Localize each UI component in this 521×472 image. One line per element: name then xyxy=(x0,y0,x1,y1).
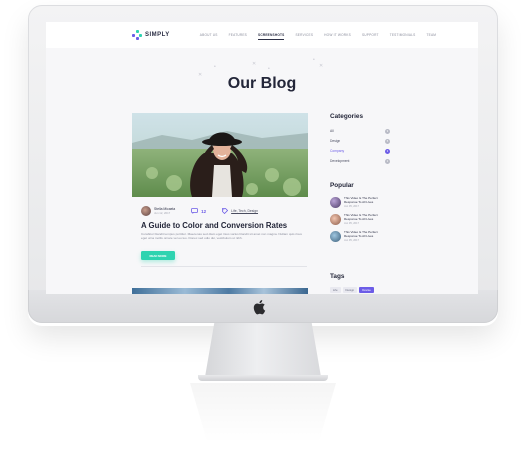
nav-link-team[interactable]: TEAM xyxy=(426,33,436,37)
author-info: Stella Micaela Jun 12, 2017 xyxy=(154,207,175,215)
tag-chip[interactable]: Design xyxy=(342,287,358,293)
category-label: All xyxy=(330,129,334,133)
comment-icon xyxy=(191,208,199,214)
popular-post-text: This Video Is The Perfect Response To Al… xyxy=(344,230,382,242)
category-item[interactable]: Development 2 xyxy=(330,156,390,166)
nav-link-features[interactable]: FEATURES xyxy=(229,33,247,37)
category-count-badge: 5 xyxy=(385,138,390,144)
decor-dot-icon: • xyxy=(268,66,270,72)
nav-link-screenshots[interactable]: SCREENSHOTS xyxy=(258,33,285,40)
author-avatar[interactable] xyxy=(141,206,151,216)
decor-dot-icon: • xyxy=(214,64,216,70)
nav-link-support[interactable]: SUPPORT xyxy=(362,33,379,37)
post-category-links[interactable]: Life, Tech, Design xyxy=(231,209,258,213)
popular-post-text: This Video Is The Perfect Response To Al… xyxy=(344,213,382,225)
category-count-badge: 9 xyxy=(385,128,390,134)
category-count-badge: 3 xyxy=(385,148,390,154)
nav-link-services[interactable]: SERVICES xyxy=(295,33,313,37)
top-navigation: SIMPLY ABOUT US FEATURES SCREENSHOTS SERVIC… xyxy=(46,22,478,48)
post-featured-image[interactable] xyxy=(132,113,308,197)
category-label: Design xyxy=(330,139,341,143)
apple-logo-icon xyxy=(253,300,266,315)
monitor-stand-foot xyxy=(198,375,328,381)
logo-mark-icon xyxy=(132,30,142,40)
popular-posts-list: This Video Is The Perfect Response To Al… xyxy=(330,196,400,248)
post-date: Jun 12, 2017 xyxy=(154,211,171,215)
post-excerpt: Curabitur blandit tempus porttitor. Maec… xyxy=(141,232,302,241)
categories-heading: Categories xyxy=(330,113,364,120)
popular-post-thumbnail xyxy=(330,197,341,208)
popular-post-text: This Video Is The Perfect Response To Al… xyxy=(344,196,382,208)
page-title: Our Blog xyxy=(227,75,297,92)
popular-post-item[interactable]: This Video Is The Perfect Response To Al… xyxy=(330,196,400,214)
decor-cross-icon: ✕ xyxy=(252,61,257,67)
imac-mockup: SIMPLY ABOUT US FEATURES SCREENSHOTS SERVIC… xyxy=(0,0,521,472)
popular-post-thumbnail xyxy=(330,231,341,242)
screen: SIMPLY ABOUT US FEATURES SCREENSHOTS SERVIC… xyxy=(46,22,478,294)
logo-text: SIMPLY xyxy=(145,32,170,38)
decor-dot-icon: • xyxy=(313,57,315,63)
post-title[interactable]: A Guide to Color and Conversion Rates xyxy=(141,221,311,230)
popular-post-item[interactable]: This Video Is The Perfect Response To Al… xyxy=(330,230,400,248)
categories-list: All 9 Design 5 Company 3 Development 2 xyxy=(330,126,390,166)
category-count-badge: 2 xyxy=(385,158,390,164)
tag-chip[interactable]: Life xyxy=(330,287,341,293)
category-label: Company xyxy=(330,149,345,153)
popular-post-title: This Video Is The Perfect Response To Al… xyxy=(344,213,378,221)
read-more-button[interactable]: READ MORE xyxy=(141,251,175,260)
tag-chip[interactable]: Devise xyxy=(359,287,374,293)
nav-link-how-it-works[interactable]: HOW IT WORKS xyxy=(324,33,351,37)
popular-post-date: Jun 05, 2017 xyxy=(344,204,359,208)
category-item[interactable]: Company 3 xyxy=(330,146,390,156)
post-meta: Stella Micaela Jun 12, 2017 12 Life, Tec… xyxy=(141,205,307,217)
tags-heading: Tags xyxy=(330,273,345,280)
next-post-image[interactable] xyxy=(132,288,308,294)
popular-post-date: Jun 05, 2017 xyxy=(344,221,359,225)
category-label: Development xyxy=(330,159,350,163)
popular-heading: Popular xyxy=(330,182,354,189)
category-item[interactable]: Design 5 xyxy=(330,136,390,146)
tag-icon xyxy=(222,208,229,214)
stand-reflection xyxy=(190,383,336,443)
popular-post-date: Jun 05, 2017 xyxy=(344,238,359,242)
nav-link-testimonials[interactable]: TESTIMONIALS xyxy=(390,33,416,37)
decor-cross-icon: ✕ xyxy=(319,63,324,69)
category-item[interactable]: All 9 xyxy=(330,126,390,136)
comments-link[interactable]: 12 xyxy=(191,208,206,214)
popular-post-title: This Video Is The Perfect Response To Al… xyxy=(344,230,378,238)
popular-post-thumbnail xyxy=(330,214,341,225)
comment-count: 12 xyxy=(201,208,207,214)
site-logo[interactable]: SIMPLY xyxy=(132,30,170,40)
post-categories: Life, Tech, Design xyxy=(222,208,258,214)
popular-post-item[interactable]: This Video Is The Perfect Response To Al… xyxy=(330,213,400,231)
post-divider xyxy=(141,266,307,267)
popular-post-title: This Video Is The Perfect Response To Al… xyxy=(344,196,378,204)
tags-list: Life Design Devise xyxy=(330,287,374,293)
nav-links: ABOUT US FEATURES SCREENSHOTS SERVICES HOW I… xyxy=(200,33,436,40)
nav-link-about-us[interactable]: ABOUT US xyxy=(200,33,218,37)
monitor-stand xyxy=(205,323,321,377)
